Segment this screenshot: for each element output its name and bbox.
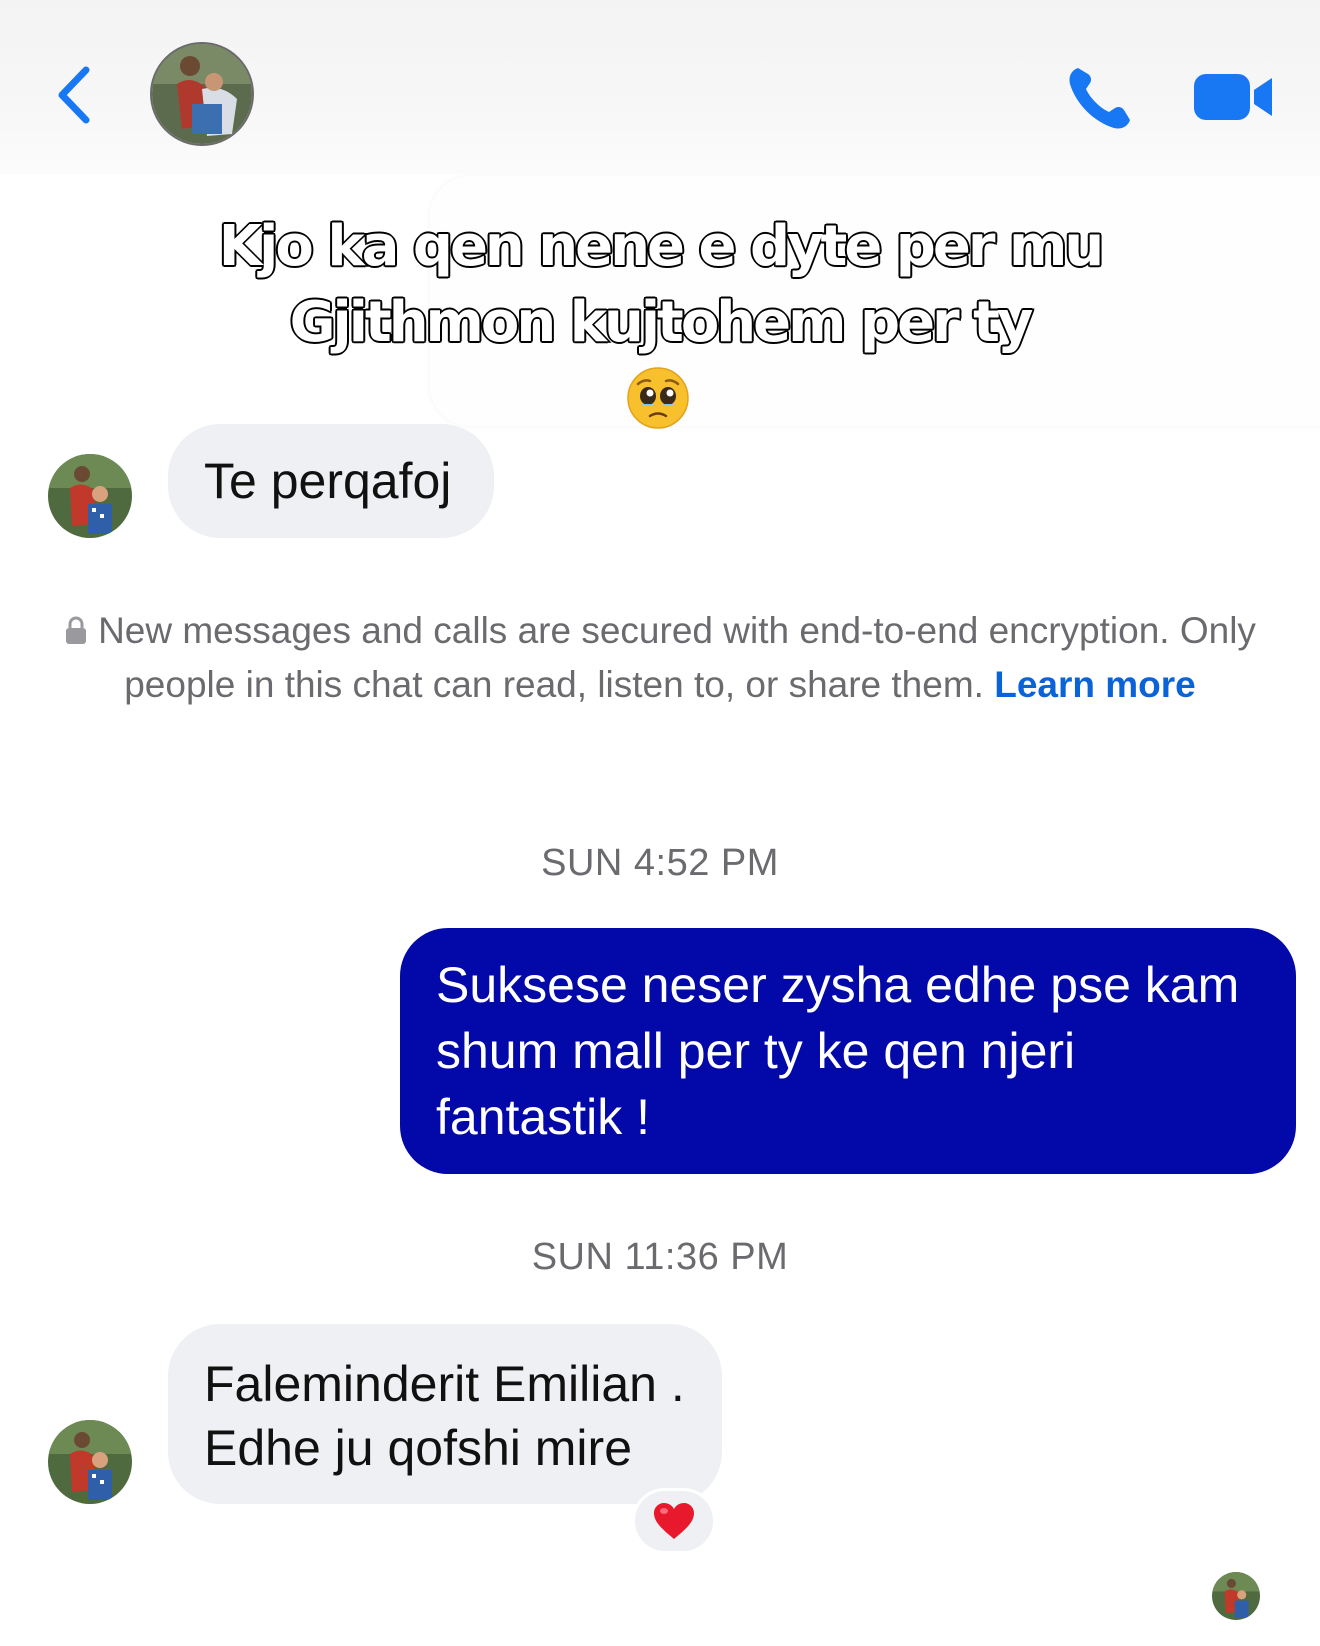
video-camera-icon[interactable]: [1192, 68, 1274, 126]
encryption-notice: New messages and calls are secured with …: [60, 604, 1260, 712]
sender-avatar[interactable]: [48, 1420, 132, 1504]
message-text-line: shum mall per ty ke qen njeri: [436, 1023, 1076, 1079]
message-text-line: Faleminderit Emilian .: [204, 1356, 685, 1412]
sender-avatar[interactable]: [48, 454, 132, 538]
incoming-message-bubble[interactable]: Te perqafoj: [168, 424, 494, 538]
contact-avatar[interactable]: [150, 42, 254, 146]
chevron-left-icon[interactable]: [54, 64, 94, 126]
learn-more-link[interactable]: Learn more: [994, 664, 1196, 705]
message-text-line: fantastik !: [436, 1089, 650, 1145]
chat-header: [0, 0, 1320, 174]
phone-icon[interactable]: [1064, 62, 1136, 134]
message-text: Te perqafoj: [204, 453, 452, 509]
message-timestamp: SUN 11:36 PM: [531, 1236, 789, 1278]
lock-icon: [66, 616, 87, 644]
story-caption-line-1: Kjo ka qen nene e dyte per mu: [217, 213, 1105, 281]
message-text-line: Edhe ju qofshi mire: [204, 1420, 633, 1476]
story-caption-line-2: Gjithmon kujtohem per ty: [288, 289, 1035, 357]
seen-indicator-avatar: [1212, 1572, 1260, 1620]
heart-icon: [654, 1503, 694, 1539]
incoming-message-bubble[interactable]: Faleminderit Emilian . Edhe ju qofshi mi…: [168, 1324, 722, 1504]
message-text-line: Suksese neser zysha edhe pse kam: [436, 957, 1240, 1013]
message-timestamp: SUN 4:52 PM: [541, 842, 779, 884]
outgoing-message-bubble[interactable]: Suksese neser zysha edhe pse kam shum ma…: [400, 928, 1296, 1174]
message-reaction[interactable]: [632, 1488, 716, 1554]
pleading-face-emoji: [627, 367, 689, 429]
